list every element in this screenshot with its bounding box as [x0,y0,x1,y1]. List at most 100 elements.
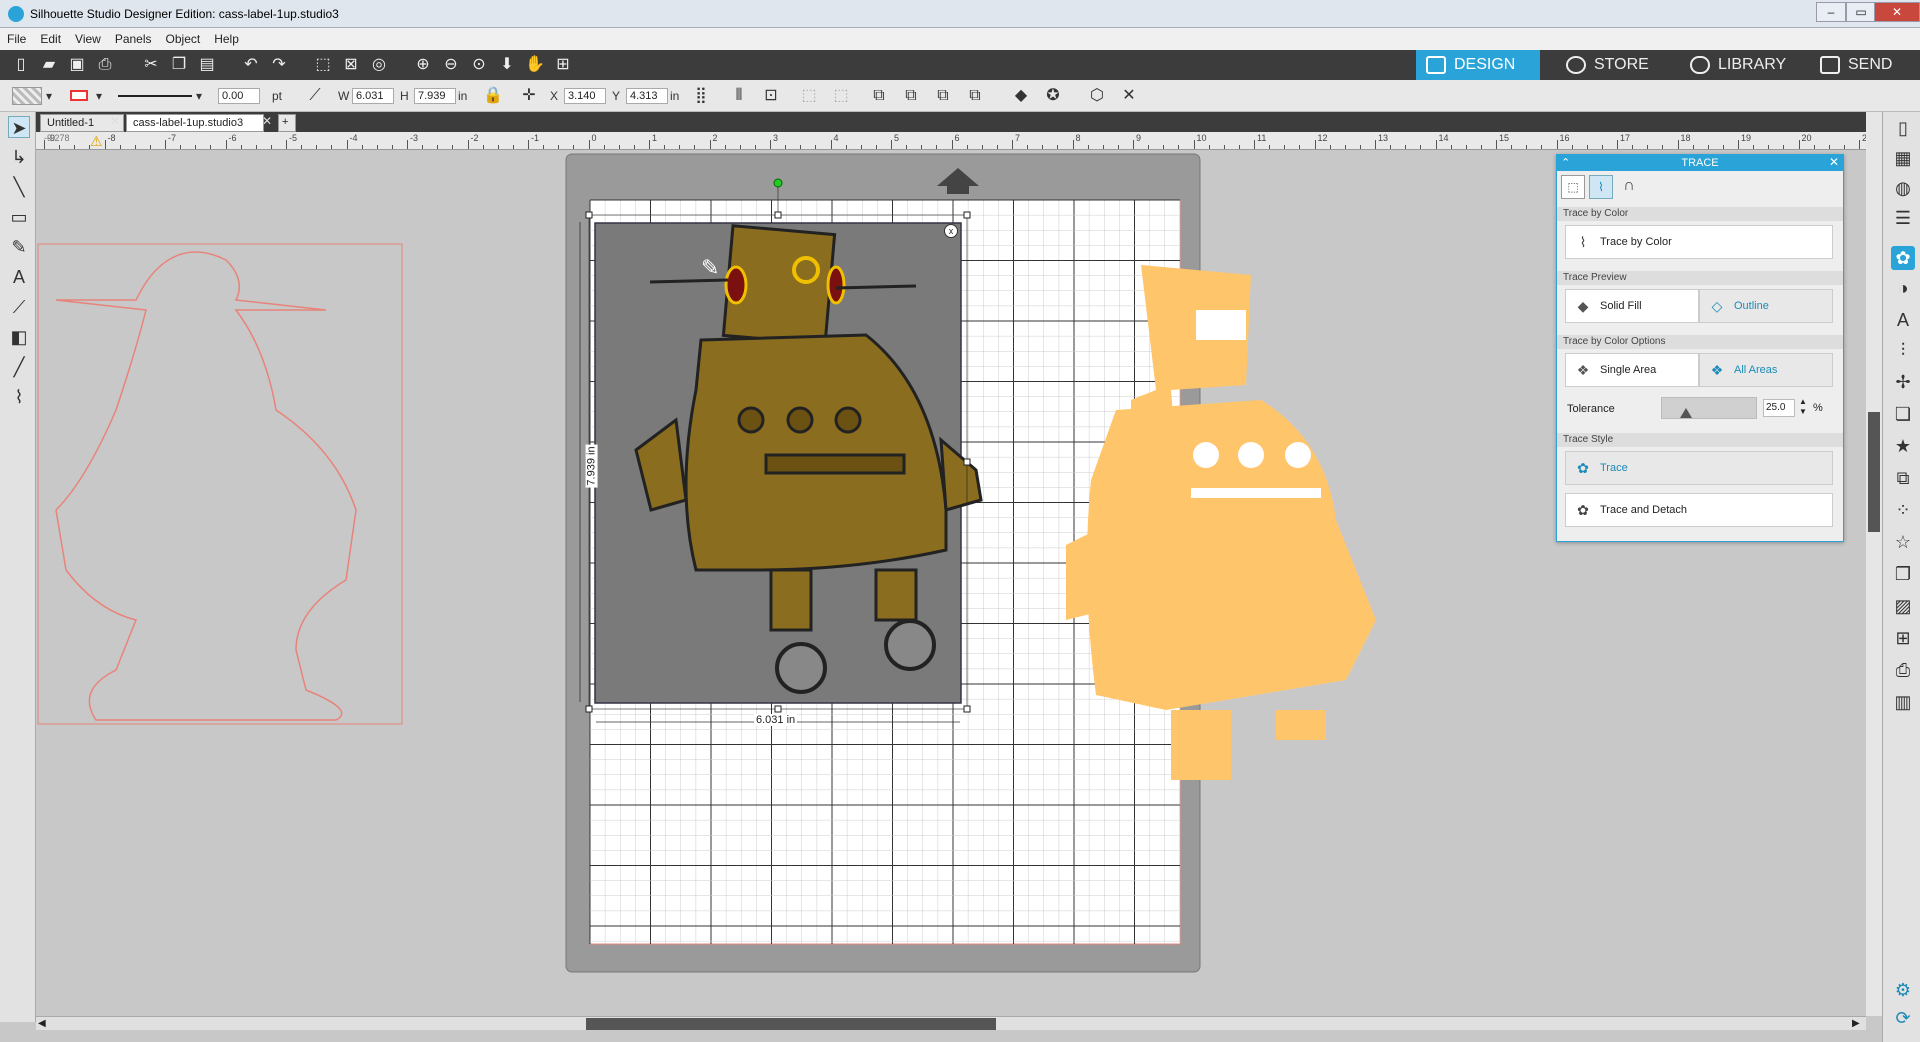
menu-help[interactable]: Help [207,28,246,46]
tolerance-input[interactable]: 25.0 [1763,399,1795,417]
pattern-icon[interactable]: ▨ [1891,594,1915,618]
line-tool-icon[interactable]: ╲ [8,176,30,198]
pen-tool-icon[interactable]: ✎ [8,236,30,258]
eyedropper-icon[interactable]: ⌇ [1589,175,1613,199]
fill-color-palette-icon[interactable]: ◍ [1891,176,1915,200]
position-grid-icon[interactable]: ⣿ [690,86,712,106]
grid-panel-icon[interactable]: ⊞ [1891,626,1915,650]
trace-panel-icon[interactable]: ✿ [1891,246,1915,270]
trace-by-color-button[interactable]: ⌇ Trace by Color [1565,225,1833,259]
eyedropper-tool-icon[interactable]: ⌇ [8,386,30,408]
fill-tool-icon[interactable]: ⟋ [8,296,30,318]
cut-icon[interactable]: ✂ [140,55,162,75]
outline-button[interactable]: ◇ Outline [1699,289,1833,323]
ungroup-icon[interactable]: ⬚ [830,86,852,106]
bring-forward-icon[interactable]: ⧉ [932,86,954,106]
replicate-icon[interactable]: ❏ [1891,402,1915,426]
modify-shapes-icon[interactable]: ◆ [1010,86,1032,106]
menu-file[interactable]: File [0,28,33,46]
solid-fill-button[interactable]: ◆ Solid Fill [1565,289,1699,323]
single-area-button[interactable]: ❖ Single Area [1565,353,1699,387]
rectangle-tool-icon[interactable]: ▭ [8,206,30,228]
tab-send[interactable]: SEND [1810,50,1910,80]
modify-icon[interactable]: ⧉ [1891,466,1915,490]
fill-pattern-swatch[interactable] [12,87,42,105]
magnet-icon[interactable]: ∩ [1617,175,1641,199]
collapse-chevron-icon[interactable]: ⌃ [1561,156,1570,169]
center-page-icon[interactable]: ⊡ [760,86,782,106]
align-icon[interactable]: ⫴ [728,86,750,106]
minimize-button[interactable]: – [1816,2,1846,22]
scroll-left-icon[interactable]: ◀ [38,1018,46,1029]
zoom-in-icon[interactable]: ⊕ [412,55,434,75]
align-panel-icon[interactable]: ⫶ [1891,338,1915,362]
pixscan-icon[interactable]: ▦ [1891,146,1915,170]
deselect-icon[interactable]: ⊠ [340,55,362,75]
line-color-dropdown-icon[interactable]: ▾ [96,89,102,103]
group-icon[interactable]: ⬚ [798,86,820,106]
menu-panels[interactable]: Panels [108,28,159,46]
send-backward-icon[interactable]: ⧉ [964,86,986,106]
height-input[interactable]: 7.939 [414,88,456,104]
close-panel-icon[interactable]: ✕ [1829,155,1839,169]
line-color-swatch[interactable] [70,90,88,101]
close-tab-icon[interactable]: ✕ [110,114,120,128]
zoom-select-icon[interactable]: ⊙ [468,55,490,75]
line-width-input[interactable]: 0.00 [218,88,260,104]
tab-library[interactable]: LIBRARY [1680,50,1800,80]
select-all-icon[interactable]: ⬚ [312,55,334,75]
fill-dropdown-icon[interactable]: ▾ [46,89,52,103]
layers-icon[interactable]: ❐ [1891,562,1915,586]
tolerance-slider-thumb[interactable] [1680,408,1692,418]
library-book-icon[interactable]: ▥ [1891,690,1915,714]
pan-hand-icon[interactable]: ✋ [524,55,546,75]
transparency-icon[interactable]: ◑ [1891,276,1915,300]
transform-icon[interactable]: ✢ [1891,370,1915,394]
print-cut-icon[interactable]: ⎙ [1891,658,1915,682]
replicate-star-icon[interactable]: ✪ [1042,86,1064,106]
fit-to-page-icon[interactable]: ⊞ [552,55,574,75]
lock-aspect-icon[interactable]: 🔒 [482,86,504,106]
new-file-icon[interactable]: ▯ [10,55,32,75]
sync-icon[interactable]: ⟳ [1891,1006,1915,1030]
3d-box-icon[interactable]: ⬡ [1086,86,1108,106]
vertical-scrollbar[interactable] [1866,112,1882,1016]
line-style-dropdown-icon[interactable]: ▾ [196,89,202,103]
select-by-color-icon[interactable]: ◎ [368,55,390,75]
tab-design[interactable]: DESIGN [1416,50,1540,80]
horizontal-scroll-thumb[interactable] [586,1018,996,1030]
copy-icon[interactable]: ❐ [168,55,190,75]
zoom-out-icon[interactable]: ⊖ [440,55,462,75]
save-icon[interactable]: ▣ [66,55,88,75]
robot-image[interactable] [594,222,983,704]
all-areas-button[interactable]: ❖ All Areas [1699,353,1833,387]
delete-x-icon[interactable]: ✕ [1118,86,1140,106]
x-position-input[interactable]: 3.140 [564,88,606,104]
menu-object[interactable]: Object [159,28,208,46]
send-back-icon[interactable]: ⧉ [900,86,922,106]
trace-button[interactable]: ✿ Trace [1565,451,1833,485]
text-style-icon[interactable]: A [1891,308,1915,332]
close-window-button[interactable]: ✕ [1874,2,1920,22]
page-settings-icon[interactable]: ▯ [1891,116,1915,140]
drag-down-icon[interactable]: ⬇ [496,55,518,75]
maximize-button[interactable]: ▭ [1846,2,1876,22]
open-folder-icon[interactable]: ▰ [38,55,60,75]
traced-outline-shape[interactable] [37,243,403,725]
edit-points-icon[interactable]: ↳ [8,146,30,168]
trace-area-icon[interactable]: ⬚ [1561,175,1585,199]
print-icon[interactable]: ⎙ [94,55,116,75]
doc-tab-cass-label[interactable]: cass-label-1up.studio3 [126,114,264,132]
undo-icon[interactable]: ↶ [240,55,262,75]
image-close-badge[interactable]: x [944,224,958,238]
tolerance-spinner-icon[interactable]: ▲ ▼ [1799,397,1807,417]
paste-icon[interactable]: ▤ [196,55,218,75]
tolerance-slider[interactable] [1661,397,1757,419]
favorite-star-icon[interactable]: ☆ [1891,530,1915,554]
bring-front-icon[interactable]: ⧉ [868,86,890,106]
menu-edit[interactable]: Edit [33,28,68,46]
dots-icon[interactable]: ⁘ [1891,498,1915,522]
redo-icon[interactable]: ↷ [268,55,290,75]
line-style-sample[interactable] [118,95,192,97]
vertical-scroll-thumb[interactable] [1868,412,1880,532]
